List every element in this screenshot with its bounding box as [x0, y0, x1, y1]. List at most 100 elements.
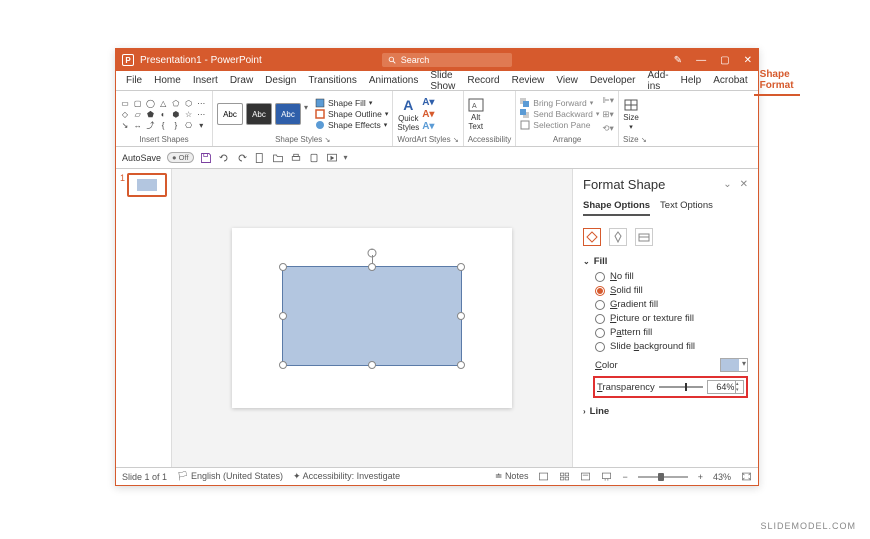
tab-transitions[interactable]: Transitions [302, 72, 363, 89]
normal-view-icon[interactable] [538, 471, 549, 482]
tab-acrobat[interactable]: Acrobat [707, 72, 753, 89]
send-backward-button[interactable]: Send Backward▾ [520, 109, 599, 119]
slide-canvas[interactable] [172, 169, 572, 467]
slide-thumbnail-1[interactable]: 1 [120, 173, 167, 197]
zoom-out-button[interactable]: − [622, 472, 627, 482]
tab-shape-format[interactable]: Shape Format [754, 66, 800, 96]
radio-slide-bg-fill[interactable]: Slide background fill [595, 341, 748, 352]
tab-home[interactable]: Home [148, 72, 187, 89]
selection-pane-button[interactable]: Selection Pane [520, 120, 599, 130]
zoom-in-button[interactable]: + [698, 472, 703, 482]
language-status[interactable]: 🏳 English (United States) [177, 471, 283, 482]
tab-animations[interactable]: Animations [363, 72, 424, 89]
shapes-gallery[interactable]: ▭▢◯△⬠⬡⋯ ◇▱⬟◐⬢☆⋯ ↘↔⤴{}⎔▾ [120, 98, 208, 130]
transparency-value-input[interactable]: 64% ▴▾ [707, 380, 744, 394]
resize-handle-ml[interactable] [279, 312, 287, 320]
line-section-header[interactable]: › Line [583, 406, 748, 417]
pane-tab-shape-options[interactable]: Shape Options [583, 200, 650, 216]
radio-picture-fill[interactable]: Picture or texture fill [595, 313, 748, 324]
selected-rectangle-shape[interactable] [282, 266, 462, 366]
align-button[interactable]: ⊫▾ [602, 95, 614, 106]
slideshow-view-icon[interactable] [601, 471, 612, 482]
text-effects-icon[interactable]: A▾ [422, 121, 434, 132]
tab-view[interactable]: View [550, 72, 584, 89]
radio-solid-fill[interactable]: Solid fill [595, 285, 748, 296]
shape-effects-button[interactable]: Shape Effects▾ [315, 120, 388, 130]
print-icon[interactable] [290, 152, 302, 164]
tab-file[interactable]: File [120, 72, 148, 89]
resize-handle-bl[interactable] [279, 361, 287, 369]
slide-sorter-icon[interactable] [559, 471, 570, 482]
fit-to-window-icon[interactable] [741, 471, 752, 482]
style-more-icon[interactable]: ▾ [304, 103, 308, 125]
undo-icon[interactable] [218, 152, 230, 164]
bring-forward-button[interactable]: Bring Forward▾ [520, 98, 599, 108]
size-category-icon[interactable] [635, 228, 653, 246]
effects-category-icon[interactable] [609, 228, 627, 246]
transparency-slider[interactable] [659, 386, 703, 388]
tab-developer[interactable]: Developer [584, 72, 642, 89]
rotate-button[interactable]: ⟲▾ [602, 123, 614, 134]
close-button[interactable]: ✕ [744, 55, 752, 66]
radio-no-fill[interactable]: No fill [595, 271, 748, 282]
tab-help[interactable]: Help [675, 72, 708, 89]
ribbon-options-icon[interactable]: ✎ [674, 55, 682, 66]
alt-text-label: Alt Text [468, 113, 483, 131]
style-thumb-3[interactable]: Abc [275, 103, 301, 125]
search-box[interactable]: Search [382, 53, 512, 67]
resize-handle-br[interactable] [457, 361, 465, 369]
search-placeholder: Search [401, 55, 430, 65]
resize-handle-tl[interactable] [279, 263, 287, 271]
pane-dropdown-icon[interactable]: ⌄ [723, 179, 731, 190]
from-beginning-icon[interactable] [326, 152, 338, 164]
resize-handle-mr[interactable] [457, 312, 465, 320]
radio-gradient-fill[interactable]: Gradient fill [595, 299, 748, 310]
open-folder-icon[interactable] [272, 152, 284, 164]
resize-handle-tr[interactable] [457, 263, 465, 271]
color-picker-button[interactable] [720, 358, 748, 372]
slide-counter[interactable]: Slide 1 of 1 [122, 472, 167, 482]
accessibility-status[interactable]: ✦ Accessibility: Investigate [293, 471, 400, 482]
zoom-slider[interactable] [638, 476, 688, 478]
autosave-state: Off [179, 153, 189, 162]
pane-close-icon[interactable]: ✕ [740, 179, 748, 190]
tab-draw[interactable]: Draw [224, 72, 259, 89]
alt-text-button[interactable]: A Alt Text [468, 98, 484, 131]
fill-icon [315, 98, 325, 108]
spinner-buttons[interactable]: ▴▾ [735, 381, 743, 393]
save-icon[interactable] [200, 152, 212, 164]
radio-pattern-fill[interactable]: Pattern fill [595, 327, 748, 338]
quick-styles-button[interactable]: A Quick Styles [397, 97, 419, 132]
maximize-button[interactable]: ▢ [720, 55, 729, 66]
shape-outline-button[interactable]: Shape Outline▾ [315, 109, 388, 119]
group-label-shape-styles: Shape Styles ↘ [217, 135, 388, 144]
text-fill-icon[interactable]: A▾ [422, 97, 434, 108]
style-thumb-2[interactable]: Abc [246, 103, 272, 125]
minimize-button[interactable]: — [696, 55, 706, 66]
tab-insert[interactable]: Insert [187, 72, 224, 89]
rotate-handle[interactable] [367, 245, 377, 255]
touch-mode-icon[interactable] [308, 152, 320, 164]
style-gallery[interactable]: Abc Abc Abc ▾ [217, 103, 308, 125]
pane-tab-text-options[interactable]: Text Options [660, 200, 713, 216]
group-label-size: Size ↘ [623, 135, 647, 144]
qat-more-icon[interactable]: ▾ [344, 153, 348, 162]
fill-section-header[interactable]: ⌄ Fill [583, 256, 748, 267]
group-button[interactable]: ⊞▾ [602, 109, 614, 120]
redo-icon[interactable] [236, 152, 248, 164]
autosave-toggle[interactable]: ● Off [167, 152, 194, 163]
reading-view-icon[interactable] [580, 471, 591, 482]
tab-design[interactable]: Design [259, 72, 302, 89]
resize-handle-bm[interactable] [368, 361, 376, 369]
text-outline-icon[interactable]: A▾ [422, 109, 434, 120]
resize-handle-tm[interactable] [368, 263, 376, 271]
fill-line-category-icon[interactable] [583, 228, 601, 246]
tab-record[interactable]: Record [461, 72, 505, 89]
tab-review[interactable]: Review [506, 72, 551, 89]
notes-button[interactable]: ≐ Notes [495, 471, 529, 482]
shape-fill-button[interactable]: Shape Fill▾ [315, 98, 388, 108]
size-button[interactable]: Size ▾ [623, 98, 639, 131]
new-file-icon[interactable] [254, 152, 266, 164]
style-thumb-1[interactable]: Abc [217, 103, 243, 125]
zoom-level[interactable]: 43% [713, 472, 731, 482]
